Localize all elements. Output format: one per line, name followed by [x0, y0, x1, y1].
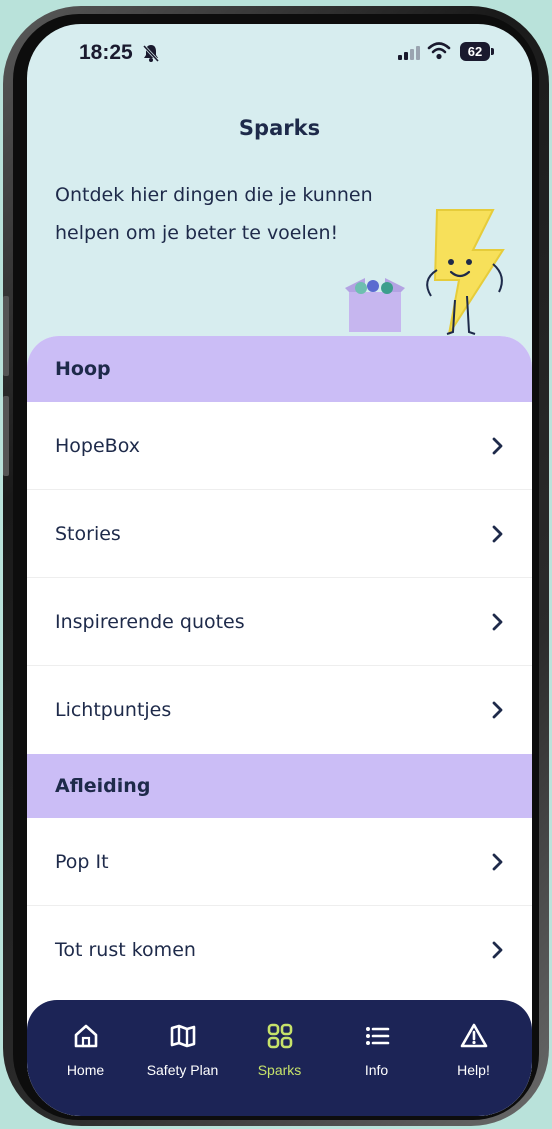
nav-item-help[interactable]: Help!	[428, 1022, 520, 1116]
page-title: Sparks	[238, 116, 321, 140]
nav-label: Home	[66, 1062, 105, 1078]
list-item-stories[interactable]: Stories	[27, 490, 532, 578]
bottom-nav: Home Safety Plan Sparks Info Help!	[27, 1000, 532, 1116]
volume-down-button	[3, 396, 9, 476]
list-item-label: Stories	[55, 522, 121, 545]
grid-icon	[267, 1023, 292, 1049]
section-header-hoop: Hoop	[27, 336, 532, 402]
wifi-icon	[427, 42, 451, 60]
section-header-afleiding: Afleiding	[27, 754, 532, 818]
sparks-list: Hoop HopeBox Stories Inspirerende quotes…	[27, 336, 532, 1116]
nav-label: Help!	[457, 1062, 490, 1078]
chevron-right-icon	[492, 613, 503, 630]
intro-text: Ontdek hier dingen die je kunnen helpen …	[55, 184, 373, 244]
chevron-right-icon	[492, 701, 503, 719]
chevron-right-icon	[492, 525, 503, 542]
volume-up-button	[3, 296, 9, 376]
nav-label: Safety Plan	[146, 1062, 219, 1078]
list-item-label: Inspirerende quotes	[55, 610, 245, 633]
home-icon	[74, 1024, 97, 1048]
status-bar: 18:25 62	[27, 24, 532, 86]
list-item-label: Pop It	[55, 850, 109, 873]
list-item-inspirerende-quotes[interactable]: Inspirerende quotes	[27, 578, 532, 666]
app-screen: 18:25 62 Sparks Ontdek hier dingen die j…	[27, 24, 532, 1116]
nav-label: Sparks	[257, 1062, 302, 1078]
list-item-lichtpuntjes[interactable]: Lichtpuntjes	[27, 666, 532, 754]
battery-icon: 62	[460, 42, 494, 61]
list-icon	[365, 1027, 389, 1045]
signal-icon	[398, 46, 420, 60]
list-item-pop-it[interactable]: Pop It	[27, 818, 532, 906]
chevron-right-icon	[492, 853, 503, 870]
map-icon	[170, 1024, 195, 1048]
list-item-label: Tot rust komen	[55, 939, 196, 961]
nav-item-sparks[interactable]: Sparks	[234, 1022, 326, 1116]
nav-label: Info	[364, 1062, 389, 1078]
chevron-right-icon	[492, 437, 503, 454]
warning-icon	[460, 1023, 487, 1048]
chevron-right-icon	[492, 941, 503, 959]
list-item-label: HopeBox	[55, 434, 140, 457]
nav-item-safety-plan[interactable]: Safety Plan	[137, 1022, 229, 1116]
nav-item-home[interactable]: Home	[40, 1022, 132, 1116]
list-item-hopebox[interactable]: HopeBox	[27, 402, 532, 490]
list-item-label: Lichtpuntjes	[55, 699, 172, 721]
bell-mute-icon	[142, 44, 160, 63]
status-time: 18:25	[79, 41, 133, 64]
nav-item-info[interactable]: Info	[331, 1022, 423, 1116]
list-item-tot-rust-komen[interactable]: Tot rust komen	[27, 906, 532, 994]
lightning-mascot-illustration	[345, 209, 505, 335]
